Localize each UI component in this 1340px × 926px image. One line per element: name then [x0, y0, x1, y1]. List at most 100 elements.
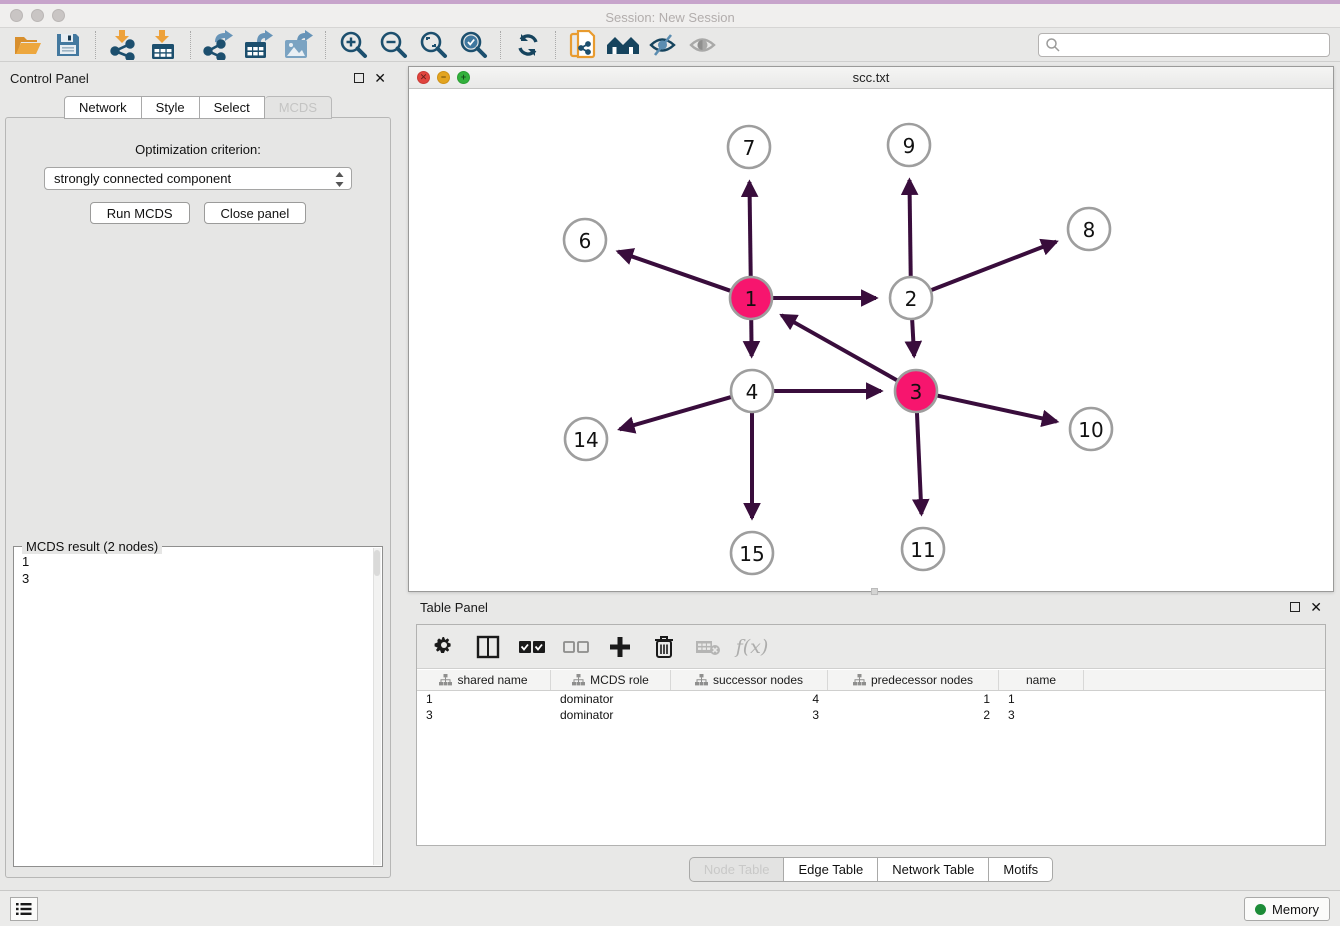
network-window-title: scc.txt: [409, 67, 1333, 89]
application-window: Session: New Session: [0, 0, 1340, 926]
table-tab-network-table[interactable]: Network Table: [878, 857, 989, 882]
import-table-button[interactable]: [146, 30, 180, 60]
network-graph[interactable]: 7 9 6 8 1 2 4 3 14 10 15 11: [409, 89, 1333, 592]
column-header-MCDS-role[interactable]: MCDS role: [551, 670, 671, 690]
graph-node-1[interactable]: 1: [730, 277, 772, 319]
mcds-result-text[interactable]: 1 3: [16, 553, 372, 864]
cell-successor-nodes[interactable]: 4: [671, 692, 828, 706]
show-panels-button[interactable]: [686, 30, 720, 60]
edge-3-1[interactable]: [781, 315, 897, 381]
open-session-button[interactable]: [11, 30, 45, 60]
cell-MCDS-role[interactable]: dominator: [551, 692, 671, 706]
cell-MCDS-role[interactable]: dominator: [551, 708, 671, 722]
zoom-selected-icon: [458, 30, 488, 60]
table-tab-edge-table[interactable]: Edge Table: [784, 857, 878, 882]
graph-node-6[interactable]: 6: [564, 219, 606, 261]
column-header-predecessor-nodes[interactable]: predecessor nodes: [828, 670, 999, 690]
toolbar-search-input[interactable]: [1038, 33, 1330, 57]
edge-1-7[interactable]: [749, 182, 750, 277]
cell-successor-nodes[interactable]: 3: [671, 708, 828, 722]
control-tab-style[interactable]: Style: [142, 96, 200, 119]
show-columns-button[interactable]: [473, 632, 503, 662]
import-network-icon: [109, 30, 137, 60]
cell-predecessor-nodes[interactable]: 1: [828, 692, 999, 706]
svg-text:15: 15: [739, 542, 764, 566]
column-header-name[interactable]: name: [999, 670, 1084, 690]
zoom-fit-button[interactable]: [416, 30, 450, 60]
hide-panels-button[interactable]: [646, 30, 680, 60]
table-row[interactable]: 3dominator323: [417, 707, 1325, 723]
table-tab-node-table[interactable]: Node Table: [689, 857, 785, 882]
select-all-rows-button[interactable]: [517, 632, 547, 662]
add-column-button[interactable]: [605, 632, 635, 662]
column-header-successor-nodes[interactable]: successor nodes: [671, 670, 828, 690]
graph-node-2[interactable]: 2: [890, 277, 932, 319]
float-panel-icon[interactable]: [354, 73, 364, 83]
table-settings-button[interactable]: [429, 632, 459, 662]
network-canvas[interactable]: 7 9 6 8 1 2 4 3 14 10 15 11: [409, 89, 1333, 591]
control-tab-network[interactable]: Network: [64, 96, 142, 119]
control-tab-select[interactable]: Select: [200, 96, 265, 119]
graph-node-11[interactable]: 11: [902, 528, 944, 570]
delete-table-button[interactable]: [693, 632, 723, 662]
delete-column-button[interactable]: [649, 632, 679, 662]
mcds-result-box: MCDS result (2 nodes) 1 3: [13, 546, 383, 867]
graph-node-4[interactable]: 4: [731, 370, 773, 412]
svg-text:6: 6: [579, 229, 592, 253]
graph-node-8[interactable]: 8: [1068, 208, 1110, 250]
apply-function-button[interactable]: f(x): [737, 632, 767, 662]
memory-button[interactable]: Memory: [1244, 897, 1330, 921]
export-table-button[interactable]: [241, 30, 275, 60]
import-network-button[interactable]: [106, 30, 140, 60]
task-history-button[interactable]: [10, 897, 38, 921]
svg-text:2: 2: [905, 287, 918, 311]
zoom-in-icon: [338, 30, 368, 60]
zoom-out-button[interactable]: [376, 30, 410, 60]
export-image-button[interactable]: [281, 30, 315, 60]
table-row[interactable]: 1dominator411: [417, 691, 1325, 707]
eye-icon: [688, 32, 718, 58]
cell-shared-name[interactable]: 1: [417, 692, 551, 706]
save-session-button[interactable]: [51, 30, 85, 60]
graph-node-15[interactable]: 15: [731, 532, 773, 574]
mcds-tab-content: Optimization criterion: strongly connect…: [5, 117, 391, 878]
graph-node-9[interactable]: 9: [888, 124, 930, 166]
cell-name[interactable]: 1: [999, 692, 1084, 706]
edge-3-11[interactable]: [917, 412, 922, 514]
graph-node-10[interactable]: 10: [1070, 408, 1112, 450]
cell-predecessor-nodes[interactable]: 2: [828, 708, 999, 722]
edge-2-8[interactable]: [931, 242, 1057, 291]
column-header-shared-name[interactable]: shared name: [417, 670, 551, 690]
close-table-panel-icon[interactable]: ✕: [1310, 602, 1322, 612]
run-mcds-button[interactable]: Run MCDS: [90, 202, 190, 224]
edge-1-6[interactable]: [618, 252, 731, 292]
cell-shared-name[interactable]: 3: [417, 708, 551, 722]
close-panel-button[interactable]: Close panel: [204, 202, 307, 224]
clone-network-button[interactable]: [566, 30, 600, 60]
result-scrollbar[interactable]: [373, 548, 381, 865]
edge-4-14[interactable]: [620, 397, 732, 429]
graph-node-14[interactable]: 14: [565, 418, 607, 460]
control-tab-mcds[interactable]: MCDS: [265, 96, 332, 119]
table-tab-motifs[interactable]: Motifs: [989, 857, 1053, 882]
graph-node-7[interactable]: 7: [728, 126, 770, 168]
zoom-selected-button[interactable]: [456, 30, 490, 60]
home-button[interactable]: [606, 30, 640, 60]
export-network-button[interactable]: [201, 30, 235, 60]
edge-2-9[interactable]: [909, 180, 910, 277]
network-window-titlebar[interactable]: ✕ − + scc.txt: [409, 67, 1333, 89]
export-table-icon: [243, 30, 273, 60]
optimization-criterion-select[interactable]: strongly connected component: [44, 167, 352, 190]
cell-name[interactable]: 3: [999, 708, 1084, 722]
zoom-in-button[interactable]: [336, 30, 370, 60]
graph-node-3[interactable]: 3: [895, 370, 937, 412]
close-panel-icon[interactable]: ✕: [374, 73, 386, 83]
edge-2-3[interactable]: [912, 319, 914, 356]
toolbar-separator: [325, 31, 326, 59]
control-panel-title: Control Panel: [10, 71, 89, 86]
edge-3-10[interactable]: [937, 395, 1057, 421]
float-table-panel-icon[interactable]: [1290, 602, 1300, 612]
refresh-button[interactable]: [511, 30, 545, 60]
deselect-all-rows-button[interactable]: [561, 632, 591, 662]
open-folder-icon: [13, 32, 43, 58]
